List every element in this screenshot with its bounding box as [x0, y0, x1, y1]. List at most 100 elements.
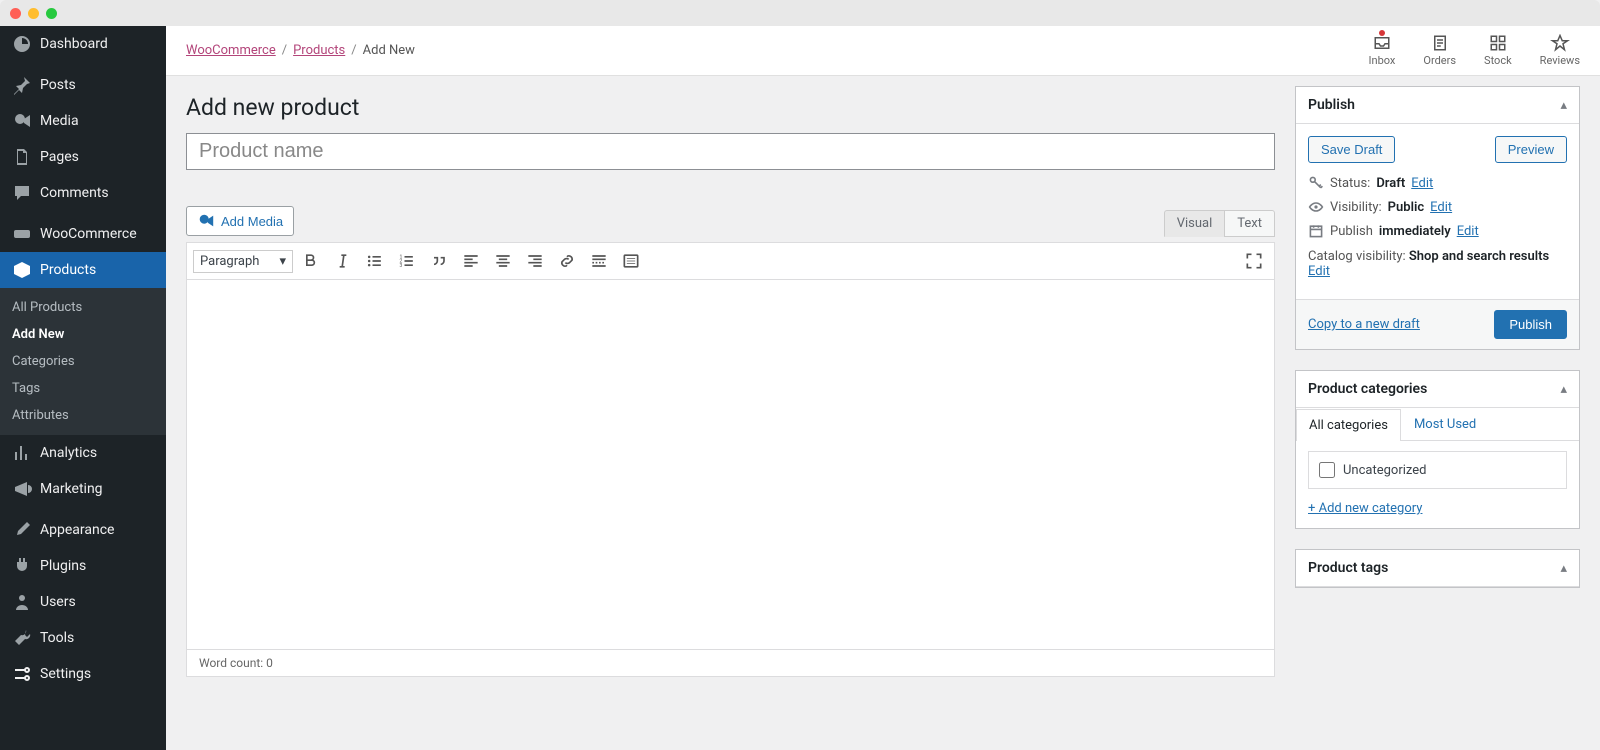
edit-visibility-link[interactable]: Edit: [1430, 200, 1452, 215]
minimize-dot[interactable]: [28, 8, 39, 19]
maximize-dot[interactable]: [46, 8, 57, 19]
sidebar-item-woocommerce[interactable]: WooCommerce: [0, 216, 166, 252]
preview-button[interactable]: Preview: [1495, 136, 1567, 163]
publish-button[interactable]: Publish: [1494, 310, 1567, 339]
align-left-button[interactable]: [457, 247, 485, 275]
fullscreen-button[interactable]: [1240, 247, 1268, 275]
italic-button[interactable]: [329, 247, 357, 275]
submenu-add-new[interactable]: Add New: [0, 321, 166, 348]
categories-title: Product categories: [1308, 381, 1427, 397]
toolbar-toggle-button[interactable]: [617, 247, 645, 275]
sidebar-submenu: All Products Add New Categories Tags Att…: [0, 288, 166, 435]
orders-icon: [1430, 34, 1450, 52]
edit-catalog-link[interactable]: Edit: [1308, 264, 1330, 279]
copy-draft-link[interactable]: Copy to a new draft: [1308, 317, 1420, 332]
sidebar-item-posts[interactable]: Posts: [0, 67, 166, 103]
submenu-categories[interactable]: Categories: [0, 348, 166, 375]
woo-icon: [12, 224, 32, 244]
bold-button[interactable]: [297, 247, 325, 275]
topbar-inbox[interactable]: Inbox: [1369, 26, 1396, 75]
sidebar-label: Settings: [40, 666, 91, 682]
eye-icon: [1308, 199, 1324, 215]
pages-icon: [12, 147, 32, 167]
editor-canvas[interactable]: [186, 280, 1275, 650]
word-count: Word count: 0: [186, 650, 1275, 677]
sidebar-item-products[interactable]: Products: [0, 252, 166, 288]
categories-header[interactable]: Product categories ▴: [1296, 371, 1579, 408]
numbered-list-button[interactable]: 123: [393, 247, 421, 275]
tab-all-categories[interactable]: All categories: [1296, 409, 1401, 441]
quote-button[interactable]: [425, 247, 453, 275]
topbar-orders[interactable]: Orders: [1423, 26, 1456, 75]
add-category-link[interactable]: + Add new category: [1308, 501, 1422, 516]
marketing-icon: [12, 479, 32, 499]
format-select[interactable]: Paragraph▾: [193, 250, 293, 273]
page-title: Add new product: [186, 94, 1275, 121]
sidebar-label: Pages: [40, 149, 79, 165]
sidebar-item-pages[interactable]: Pages: [0, 139, 166, 175]
breadcrumb-current: Add New: [363, 43, 415, 58]
align-right-button[interactable]: [521, 247, 549, 275]
bullet-list-button[interactable]: [361, 247, 389, 275]
topbar-reviews[interactable]: Reviews: [1540, 26, 1580, 75]
tags-header[interactable]: Product tags ▴: [1296, 550, 1579, 587]
category-checkbox[interactable]: [1319, 462, 1335, 478]
appearance-icon: [12, 520, 32, 540]
toggle-icon: ▴: [1560, 382, 1567, 397]
tags-title: Product tags: [1308, 560, 1388, 576]
window-titlebar: [0, 0, 1600, 26]
media-icon: [197, 212, 215, 230]
sidebar-item-appearance[interactable]: Appearance: [0, 512, 166, 548]
link-button[interactable]: [553, 247, 581, 275]
add-media-button[interactable]: Add Media: [186, 206, 294, 236]
tools-icon: [12, 628, 32, 648]
submenu-attributes[interactable]: Attributes: [0, 402, 166, 429]
sidebar-item-plugins[interactable]: Plugins: [0, 548, 166, 584]
publish-header[interactable]: Publish ▴: [1296, 87, 1579, 124]
sidebar-item-dashboard[interactable]: Dashboard: [0, 26, 166, 62]
sidebar-item-marketing[interactable]: Marketing: [0, 471, 166, 507]
edit-publish-link[interactable]: Edit: [1457, 224, 1479, 239]
admin-sidebar: Dashboard Posts Media Pages Comments Woo…: [0, 26, 166, 750]
topbar-label: Reviews: [1540, 54, 1580, 67]
sidebar-item-settings[interactable]: Settings: [0, 656, 166, 692]
sidebar-label: Media: [40, 113, 79, 129]
save-draft-button[interactable]: Save Draft: [1308, 136, 1395, 163]
sidebar-item-analytics[interactable]: Analytics: [0, 435, 166, 471]
align-center-button[interactable]: [489, 247, 517, 275]
submenu-all-products[interactable]: All Products: [0, 294, 166, 321]
tab-most-used[interactable]: Most Used: [1401, 408, 1489, 440]
toggle-icon: ▴: [1560, 561, 1567, 576]
users-icon: [12, 592, 32, 612]
breadcrumb-separator: /: [351, 43, 356, 58]
plugins-icon: [12, 556, 32, 576]
breadcrumb-woocommerce[interactable]: WooCommerce: [186, 43, 276, 58]
sidebar-item-tools[interactable]: Tools: [0, 620, 166, 656]
reviews-icon: [1550, 34, 1570, 52]
category-item[interactable]: Uncategorized: [1319, 462, 1556, 478]
categories-postbox: Product categories ▴ All categories Most…: [1295, 370, 1580, 529]
products-icon: [12, 260, 32, 280]
submenu-tags[interactable]: Tags: [0, 375, 166, 402]
tab-text[interactable]: Text: [1224, 210, 1275, 237]
pin-icon: [12, 75, 32, 95]
inbox-icon: [1372, 34, 1392, 52]
sidebar-item-comments[interactable]: Comments: [0, 175, 166, 211]
chevron-down-icon: ▾: [279, 254, 286, 269]
product-name-input[interactable]: [186, 133, 1275, 170]
add-media-label: Add Media: [221, 214, 283, 229]
editor-toolbar: Paragraph▾ 123: [186, 242, 1275, 280]
breadcrumb-products[interactable]: Products: [293, 43, 345, 58]
sidebar-label: Posts: [40, 77, 76, 93]
tab-visual[interactable]: Visual: [1164, 210, 1225, 237]
sidebar-item-users[interactable]: Users: [0, 584, 166, 620]
close-dot[interactable]: [10, 8, 21, 19]
media-icon: [12, 111, 32, 131]
topbar-stock[interactable]: Stock: [1484, 26, 1512, 75]
publish-title: Publish: [1308, 97, 1355, 113]
stock-icon: [1488, 34, 1508, 52]
sidebar-item-media[interactable]: Media: [0, 103, 166, 139]
readmore-button[interactable]: [585, 247, 613, 275]
settings-icon: [12, 664, 32, 684]
edit-status-link[interactable]: Edit: [1411, 176, 1433, 191]
